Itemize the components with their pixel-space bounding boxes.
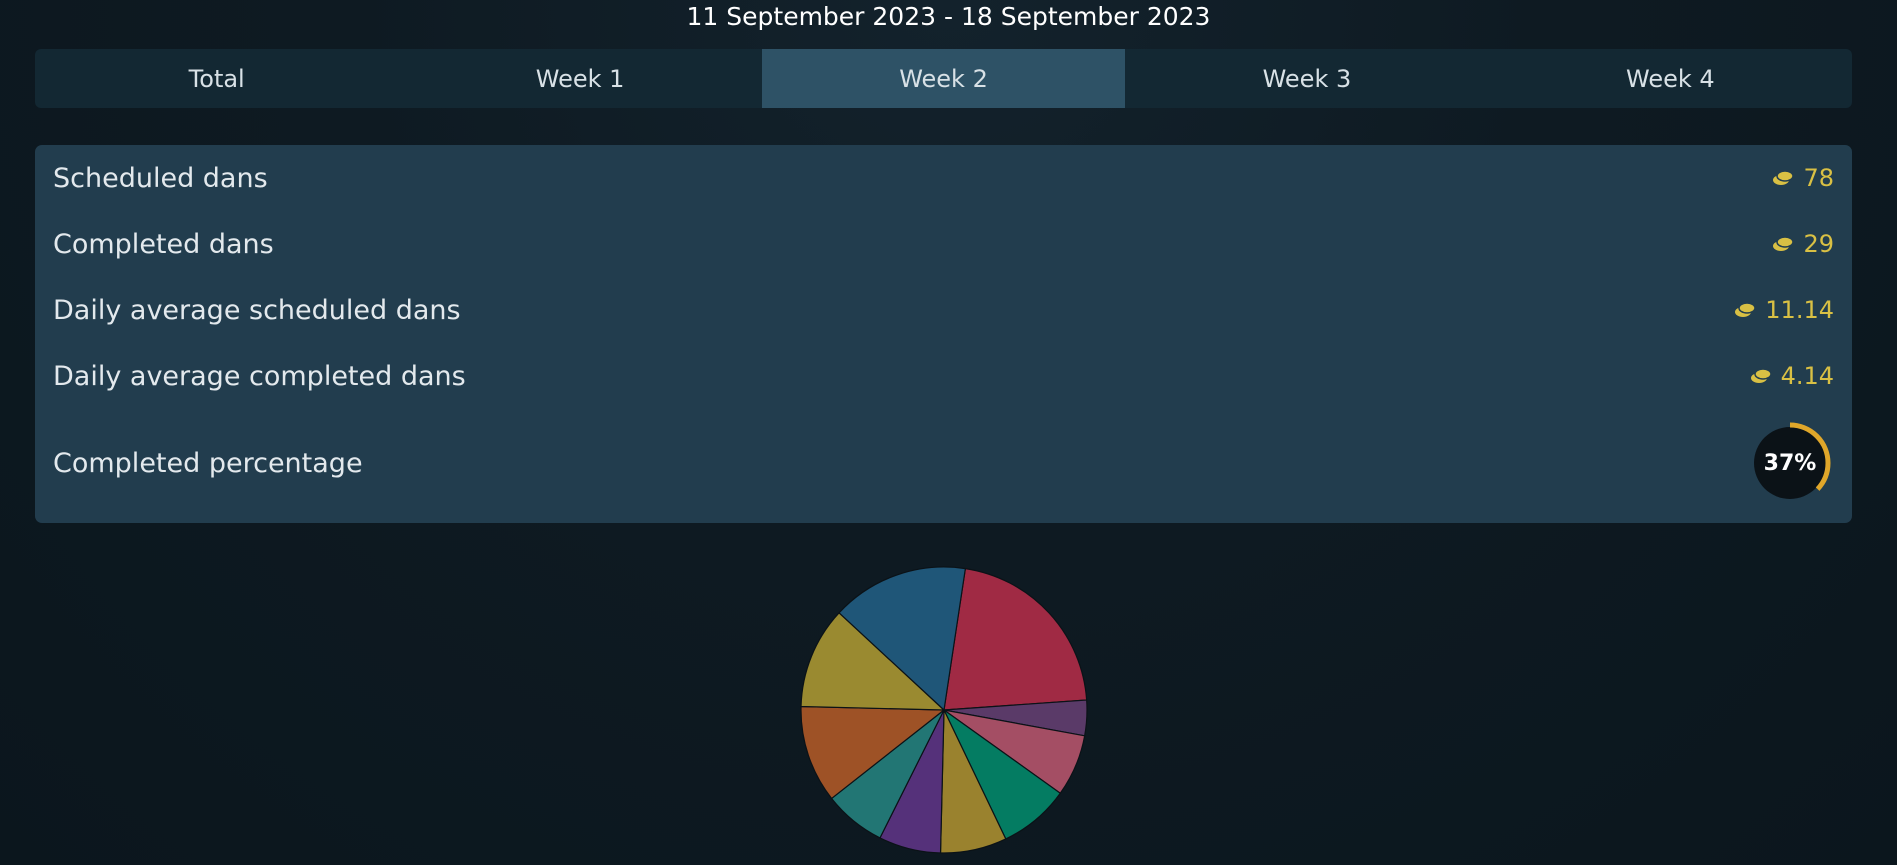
stat-row-percentage: Completed percentage 37%	[53, 422, 1834, 504]
tab-week-3[interactable]: Week 3	[1125, 49, 1488, 108]
tab-week-1[interactable]: Week 1	[398, 49, 761, 108]
week-tab-bar: Total Week 1 Week 2 Week 3 Week 4	[35, 49, 1852, 108]
stat-number-scheduled: 78	[1803, 164, 1834, 192]
coins-icon	[1773, 236, 1795, 251]
pie-slice-1	[943, 567, 1088, 711]
stat-label-scheduled: Scheduled dans	[53, 162, 268, 194]
stat-label-completed: Completed dans	[53, 228, 274, 260]
stat-number-daily-completed: 4.14	[1780, 362, 1834, 390]
coins-icon	[1750, 368, 1772, 383]
coins-icon	[1735, 302, 1757, 317]
tab-week-4[interactable]: Week 4	[1489, 49, 1852, 108]
coins-icon	[1773, 170, 1795, 185]
tab-total[interactable]: Total	[35, 49, 398, 108]
stat-label-daily-completed: Daily average completed dans	[53, 360, 466, 392]
gauge-percentage-text: 37%	[1763, 450, 1817, 476]
stat-row-completed: Completed dans 29	[53, 224, 1834, 264]
stat-label-daily-scheduled: Daily average scheduled dans	[53, 294, 461, 326]
stat-value-completed: 29	[1771, 230, 1834, 258]
stat-value-scheduled: 78	[1771, 164, 1834, 192]
stat-label-percentage: Completed percentage	[53, 447, 363, 479]
stats-panel: Scheduled dans 78 Completed dans 29 Dail…	[35, 145, 1852, 523]
completion-gauge: 37%	[1749, 422, 1834, 504]
stat-row-daily-completed: Daily average completed dans 4.14	[53, 356, 1834, 396]
stat-number-daily-scheduled: 11.14	[1765, 296, 1834, 324]
date-range-title: 11 September 2023 - 18 September 2023	[686, 2, 1211, 31]
dans-pie-chart	[797, 563, 1091, 857]
stat-row-scheduled: Scheduled dans 78	[53, 158, 1834, 198]
stat-number-completed: 29	[1803, 230, 1834, 258]
tab-week-2[interactable]: Week 2	[761, 49, 1126, 108]
stat-value-daily-completed: 4.14	[1749, 362, 1834, 390]
stat-value-daily-scheduled: 11.14	[1733, 296, 1834, 324]
stat-row-daily-scheduled: Daily average scheduled dans 11.14	[53, 290, 1834, 330]
pie-chart-svg	[800, 566, 1088, 854]
